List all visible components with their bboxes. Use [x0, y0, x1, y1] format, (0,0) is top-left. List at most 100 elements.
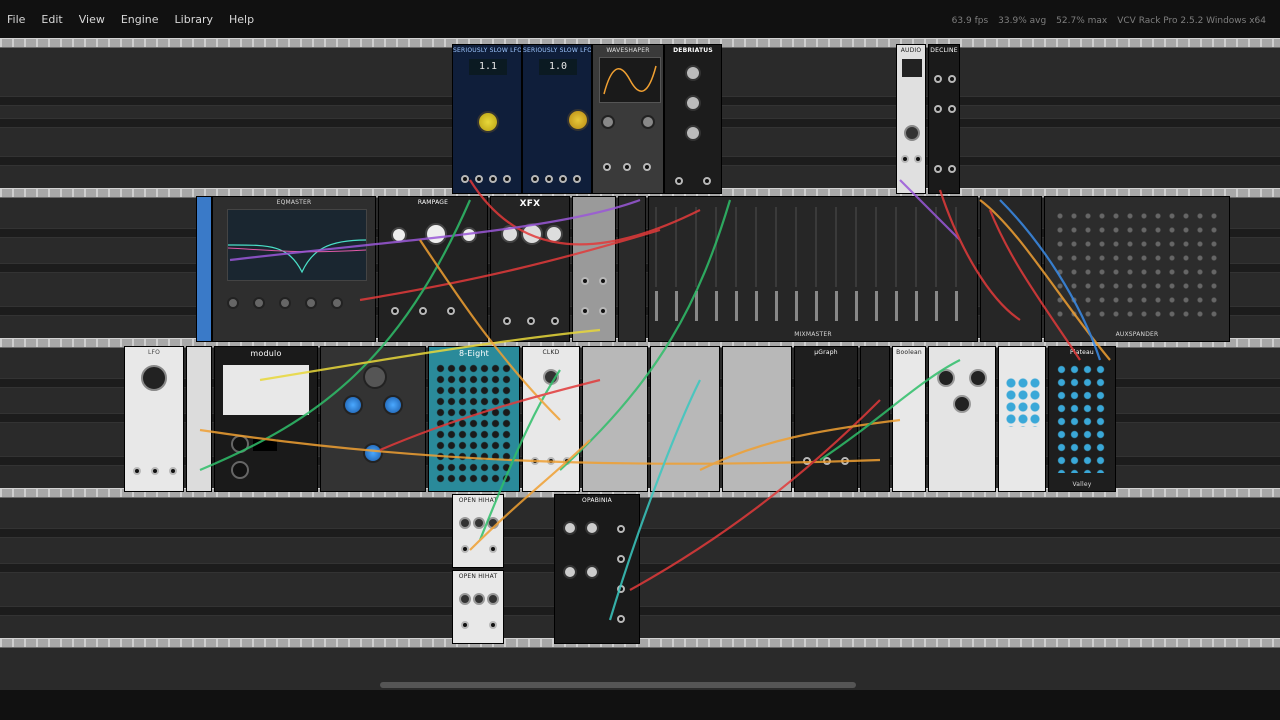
output-jack[interactable]	[489, 621, 497, 629]
band-knob[interactable]	[279, 297, 291, 309]
clkd-module[interactable]: CLKD	[522, 346, 580, 492]
mix-knob[interactable]	[343, 395, 363, 415]
xfx-module[interactable]: XFX	[490, 196, 570, 342]
step-knob-grid[interactable]	[435, 363, 513, 483]
aux-knob-grid[interactable]	[1053, 209, 1219, 319]
open-hihat-module[interactable]: OPEN HIHAT	[452, 570, 504, 644]
mix-knob[interactable]	[641, 115, 655, 129]
tune-knob[interactable]	[937, 369, 955, 387]
fate-module[interactable]	[186, 346, 212, 492]
input-jack[interactable]	[581, 277, 589, 285]
output-jack[interactable]	[948, 165, 956, 173]
input-jack[interactable]	[527, 317, 535, 325]
boolean-module[interactable]: Boolean	[892, 346, 926, 492]
band-knob[interactable]	[253, 297, 265, 309]
range-knob[interactable]	[585, 521, 599, 535]
mix-knob[interactable]	[363, 443, 383, 463]
pattern-buttons[interactable]	[1005, 377, 1041, 427]
eqmaster-module[interactable]: EQMASTER	[212, 196, 376, 342]
horizontal-scrollbar[interactable]	[380, 682, 856, 688]
output-jack[interactable]	[531, 175, 539, 183]
output-jack[interactable]	[841, 457, 849, 465]
main-knob[interactable]	[363, 365, 387, 389]
bpm-knob[interactable]	[543, 369, 559, 385]
tune-knob[interactable]	[473, 517, 485, 529]
menu-help[interactable]: Help	[224, 11, 259, 28]
output-jack[interactable]	[803, 457, 811, 465]
output-jack[interactable]	[559, 175, 567, 183]
waveshaper-module[interactable]: WAVESHAPER	[592, 44, 664, 194]
output-jack[interactable]	[823, 457, 831, 465]
expander-blank-module[interactable]	[196, 196, 212, 342]
color-knob[interactable]	[685, 95, 701, 111]
level-knob[interactable]	[904, 125, 920, 141]
pattern-sequencer-module[interactable]	[998, 346, 1046, 492]
menu-edit[interactable]: Edit	[36, 11, 67, 28]
seriously-slow-lfo-module[interactable]: SERIOUSLY SLOW LFO 1.1	[452, 44, 522, 194]
ugraph-module[interactable]: μGraph	[794, 346, 858, 492]
select-knob[interactable]	[459, 593, 471, 605]
output-jack[interactable]	[489, 175, 497, 183]
output-jack[interactable]	[133, 467, 141, 475]
rate-knob[interactable]	[231, 435, 249, 453]
input-jack[interactable]	[617, 555, 625, 563]
mix-knob[interactable]	[383, 395, 403, 415]
input-jack[interactable]	[603, 163, 611, 171]
output-jack[interactable]	[447, 307, 455, 315]
output-jack[interactable]	[545, 175, 553, 183]
band-knob[interactable]	[331, 297, 343, 309]
input-jack[interactable]	[948, 105, 956, 113]
input-jack[interactable]	[503, 317, 511, 325]
output-jack[interactable]	[573, 175, 581, 183]
seriously-slow-lfo-module[interactable]: SERIOUSLY SLOW LFO 1.0	[522, 44, 592, 194]
band-knob[interactable]	[305, 297, 317, 309]
output-jack[interactable]	[934, 165, 942, 173]
decline-module[interactable]: DECLINE	[928, 44, 960, 194]
output-jack[interactable]	[419, 307, 427, 315]
menu-file[interactable]: File	[2, 11, 30, 28]
rampage-module[interactable]: RAMPAGE	[378, 196, 488, 342]
plaits-voice-module[interactable]	[650, 346, 720, 492]
frequency-knob[interactable]	[141, 365, 167, 391]
tone-knob[interactable]	[953, 395, 971, 413]
trigger-jack[interactable]	[461, 545, 469, 553]
open-hihat-module[interactable]: OPEN HIHAT	[452, 494, 504, 568]
output-jack[interactable]	[617, 585, 625, 593]
drum-voice-module[interactable]	[928, 346, 996, 492]
mixmaster-module[interactable]: MIXMASTER	[648, 196, 978, 342]
channel-faders[interactable]	[655, 291, 971, 321]
fold-knob[interactable]	[563, 565, 577, 579]
input-jack[interactable]	[675, 177, 683, 185]
lfo-module[interactable]: LFO	[124, 346, 184, 492]
plaits-voice-module[interactable]	[582, 346, 648, 492]
fall-knob[interactable]	[461, 227, 477, 243]
eight-sequencer-module[interactable]: 8-Eight	[428, 346, 520, 492]
utility-module[interactable]	[618, 196, 646, 342]
quad-mixer-module[interactable]	[320, 346, 426, 492]
plateau-module[interactable]: Plateau Valley	[1048, 346, 1116, 492]
input-jack[interactable]	[901, 155, 909, 163]
menu-view[interactable]: View	[74, 11, 110, 28]
decay-knob[interactable]	[969, 369, 987, 387]
reverb-knob-grid[interactable]	[1055, 363, 1109, 473]
input-jack[interactable]	[623, 163, 631, 171]
step-buttons[interactable]	[223, 365, 309, 415]
input-jack[interactable]	[599, 277, 607, 285]
output-jack[interactable]	[531, 457, 539, 465]
plaits-voice-module[interactable]	[722, 346, 792, 492]
tune-knob[interactable]	[473, 593, 485, 605]
output-jack[interactable]	[703, 177, 711, 185]
output-jack[interactable]	[643, 163, 651, 171]
input-jack[interactable]	[914, 155, 922, 163]
output-jack[interactable]	[475, 175, 483, 183]
select-knob[interactable]	[459, 517, 471, 529]
output-jack[interactable]	[489, 545, 497, 553]
output-jack[interactable]	[461, 175, 469, 183]
freq-knob[interactable]	[521, 223, 543, 245]
modulo-module[interactable]: modulo	[214, 346, 318, 492]
electric-expression-module[interactable]	[572, 196, 616, 342]
drive-knob[interactable]	[501, 225, 519, 243]
output-jack[interactable]	[563, 457, 571, 465]
band-knob[interactable]	[227, 297, 239, 309]
auxspander-module[interactable]: AUXSPANDER	[1044, 196, 1230, 342]
